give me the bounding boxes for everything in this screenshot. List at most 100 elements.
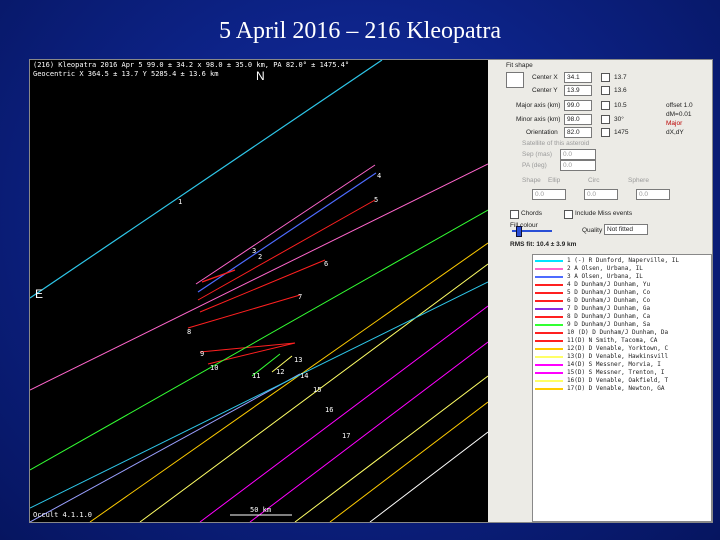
row-color-swatch — [535, 348, 563, 350]
row-color-swatch — [535, 276, 563, 278]
center-x-label: Center X — [532, 74, 558, 81]
row-label: 6 D Dunham/J Dunham, Co — [567, 297, 651, 304]
row-color-swatch — [535, 364, 563, 366]
chord-number-2: 2 — [258, 253, 263, 261]
shape-opt-ellip[interactable]: Ellip — [548, 177, 560, 184]
row-label: 2 A Olsen, Urbana, IL — [567, 265, 643, 272]
row-color-swatch — [535, 316, 563, 318]
rms-label: RMS fit: 10.4 ± 3.9 km — [510, 241, 577, 248]
row-color-swatch — [535, 268, 563, 270]
chord-plot-svg — [30, 60, 488, 522]
row-color-swatch — [535, 388, 563, 390]
chord-line-5 — [199, 259, 326, 313]
north-label: N — [256, 69, 265, 83]
center-x-unc: 13.7 — [614, 74, 627, 81]
center-y-check[interactable] — [601, 86, 610, 95]
fit-control-panel: Fit shape Center X 34.1 13.7 Center Y 13… — [488, 60, 712, 522]
observer-list[interactable]: 1 (-) R Dunford, Naperville, IL 2 A Olsen… — [532, 254, 712, 522]
chord-line-10 — [30, 373, 301, 522]
chord-number-3: 3 — [252, 247, 257, 255]
pa-label: Orientation — [526, 129, 558, 136]
center-y-label: Center Y — [532, 87, 558, 94]
chords-label: Chords — [521, 210, 542, 217]
row-color-swatch — [535, 332, 563, 334]
minor-unc: 30° — [614, 116, 624, 123]
chord-number-1: 1 — [178, 198, 183, 206]
row-color-swatch — [535, 284, 563, 286]
side-note-4: dX,dY — [666, 129, 684, 136]
chord-line-12 — [89, 242, 488, 522]
pa-check[interactable] — [601, 128, 610, 137]
row-label: 11(D) N Smith, Tacoma, CA — [567, 337, 658, 344]
center-x-field[interactable]: 34.1 — [564, 72, 592, 83]
row-color-swatch — [535, 292, 563, 294]
chord-number-8: 8 — [187, 328, 192, 336]
row-label: 13(D) D Venable, Hawkinsvill — [567, 353, 669, 360]
center-x-check[interactable] — [601, 73, 610, 82]
fit-shape-label: Fit shape — [506, 62, 533, 69]
misses-checkbox[interactable] — [564, 210, 573, 219]
chord-line-19 — [30, 209, 488, 471]
row-color-swatch — [535, 324, 563, 326]
row-color-swatch — [535, 380, 563, 382]
sat-sep-field[interactable]: 0.0 — [560, 149, 596, 160]
row-label: 14(D) S Messner, Morvia, I — [567, 361, 661, 368]
row-label: 7 D Dunham/J Dunham, Ga — [567, 305, 651, 312]
chord-number-5: 5 — [374, 196, 379, 204]
row-color-swatch — [535, 300, 563, 302]
east-label: E — [35, 287, 44, 301]
plot-header-line2: Geocentric X 364.5 ± 13.7 Y 5285.4 ± 13.… — [33, 70, 219, 78]
row-label: 15(D) S Messner, Trenton, I — [567, 369, 665, 376]
misses-label: Include Miss events — [575, 210, 633, 217]
sat-sep-label: Sep (mas) — [522, 151, 552, 158]
row-color-swatch — [535, 372, 563, 374]
side-note-3: Major — [666, 120, 683, 127]
major-label: Major axis (km) — [516, 102, 561, 109]
row-label: 10 (D) D Dunham/J Dunham, Da — [567, 329, 669, 336]
row-label: 17(D) D Venable, Newton, GA — [567, 385, 665, 392]
minor-field[interactable]: 98.0 — [564, 114, 592, 125]
chord-line-15 — [249, 341, 488, 522]
plot-header-line1: (216) Kleopatra 2016 Apr 5 99.0 ± 34.2 x… — [33, 61, 350, 69]
asteroid-profile-plot[interactable]: (216) Kleopatra 2016 Apr 5 99.0 ± 34.2 x… — [30, 60, 488, 522]
occult-window: (216) Kleopatra 2016 Apr 5 99.0 ± 34.2 x… — [29, 59, 713, 523]
chord-number-13: 13 — [294, 356, 303, 364]
minor-check[interactable] — [601, 115, 610, 124]
satellite-header: Satellite of this asteroid — [522, 140, 590, 147]
chord-number-6: 6 — [324, 260, 329, 268]
row-label: 5 D Dunham/J Dunham, Co — [567, 289, 651, 296]
quality-label: Quality — [582, 227, 603, 234]
chord-line-16 — [294, 375, 488, 522]
shape-opt-sphere[interactable]: Sphere — [628, 177, 649, 184]
chord-line-7 — [199, 342, 296, 353]
chord-number-16: 16 — [325, 406, 334, 414]
row-color-swatch — [535, 260, 563, 262]
fill-slider-thumb[interactable] — [516, 226, 522, 237]
row-color-swatch — [535, 340, 563, 342]
row-label: 8 D Dunham/J Dunham, Ca — [567, 313, 651, 320]
row-label: 12(D) D Venable, Yorktown, C — [567, 345, 669, 352]
shape-label: Shape — [522, 177, 541, 184]
chords-checkbox[interactable] — [510, 210, 519, 219]
chord-line-18 — [369, 431, 488, 522]
row-label: 16(D) D Venable, Oakfield, T — [567, 377, 669, 384]
major-unc: 10.5 — [614, 102, 627, 109]
sat-pa-field[interactable]: 0.0 — [560, 160, 596, 171]
pa-field[interactable]: 82.0 — [564, 127, 592, 138]
fit-chart-icon[interactable] — [506, 72, 524, 88]
major-field[interactable]: 99.0 — [564, 100, 592, 111]
misc-field-3[interactable]: 0.0 — [636, 189, 670, 200]
plot-footer: Occult 4.1.1.0 — [33, 511, 93, 519]
quality-select[interactable]: Not fitted — [604, 224, 648, 235]
row-label: 3 A Olsen, Urbana, IL — [567, 273, 643, 280]
chord-line-6 — [187, 294, 301, 329]
major-check[interactable] — [601, 101, 610, 110]
center-y-field[interactable]: 13.9 — [564, 85, 592, 96]
chord-line-20 — [30, 281, 488, 509]
chord-number-11: 11 — [252, 372, 261, 380]
side-note-2: dM=0.01 — [666, 111, 692, 118]
shape-opt-circ[interactable]: Circ — [588, 177, 600, 184]
misc-field-1[interactable]: 0.0 — [532, 189, 566, 200]
misc-field-2[interactable]: 0.0 — [584, 189, 618, 200]
chord-line-4 — [197, 199, 376, 301]
